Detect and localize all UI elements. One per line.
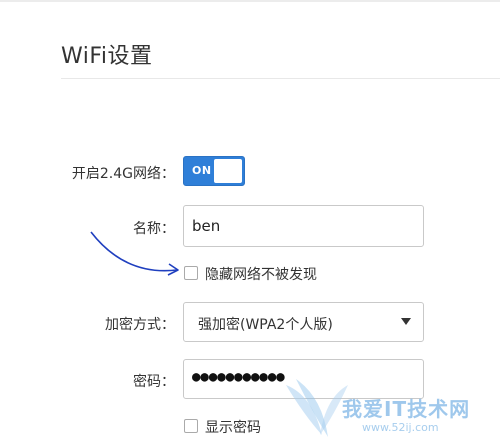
ssid-name-input[interactable]: ben	[183, 205, 424, 247]
wifi-settings-page: WiFi设置 开启2.4G网络： ON 名称： ben 隐藏网络不被发现 加密方…	[0, 0, 500, 445]
page-title: WiFi设置	[61, 44, 153, 69]
chevron-down-icon	[401, 318, 411, 325]
watermark-url: www.52ij.com	[362, 421, 439, 434]
watermark: 我爱IT技术网 www.52ij.com	[282, 375, 500, 445]
annotation-arrow-icon	[90, 231, 179, 276]
password-masked-value: ●●●●●●●●●●●	[192, 369, 285, 385]
enable-24g-toggle[interactable]: ON	[183, 156, 245, 186]
encryption-label: 加密方式：	[105, 317, 175, 333]
encryption-select[interactable]: 强加密(WPA2个人版)	[183, 302, 424, 342]
toggle-on-text: ON	[192, 164, 212, 177]
hide-network-checkbox[interactable]	[184, 266, 198, 280]
encryption-selected-value: 强加密(WPA2个人版)	[198, 317, 333, 333]
top-border	[0, 0, 500, 2]
toggle-knob	[214, 159, 242, 183]
show-password-checkbox[interactable]	[184, 419, 198, 433]
title-divider	[61, 78, 500, 79]
watermark-text: 我爱IT技术网	[342, 397, 471, 421]
password-label: 密码：	[133, 374, 175, 390]
show-password-label: 显示密码	[205, 420, 261, 436]
hide-network-label: 隐藏网络不被发现	[205, 267, 317, 283]
enable-24g-label: 开启2.4G网络：	[71, 166, 175, 182]
